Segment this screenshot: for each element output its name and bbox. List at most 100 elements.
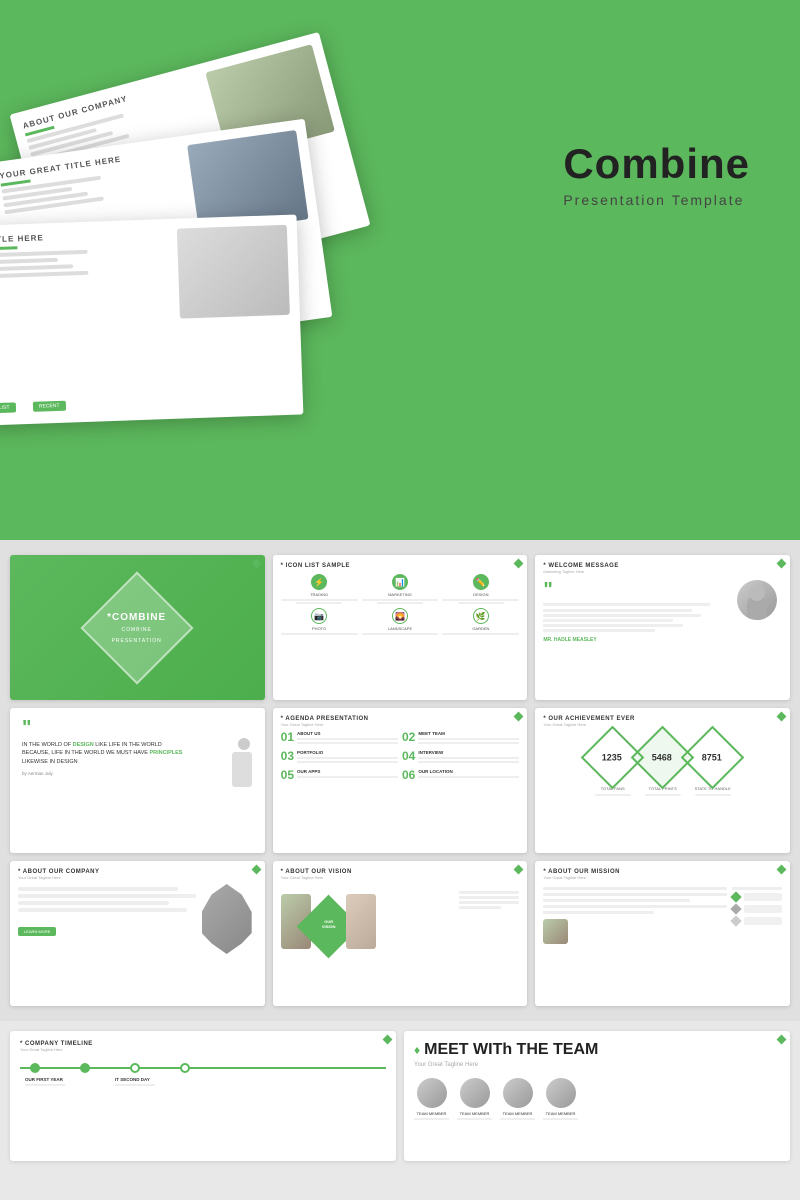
timeline-labels: OUR FIRST YEAR IT SECOND DAY: [20, 1077, 386, 1086]
slide-text-front-1: [0, 250, 88, 257]
timeline-tagline: Your Great Tagline Here: [20, 1047, 386, 1052]
figure-head: [238, 738, 250, 750]
member-line-2: [457, 1118, 492, 1120]
member-avatar-4: [546, 1078, 576, 1108]
agenda-line-2b: [418, 742, 519, 744]
trading-line2: [296, 602, 342, 604]
t-milestone-2: IT SECOND DAY: [115, 1077, 155, 1082]
slide-btn-front-2: RECENT: [33, 401, 66, 412]
agenda-num-2: 02: [402, 731, 415, 743]
photo-label: PHOTO: [281, 626, 358, 631]
member-line-4: [543, 1118, 578, 1120]
v-line3: [459, 901, 519, 904]
team-members-row: TEAM MEMBER TEAM MEMBER TEAM MEMBER TEAM…: [414, 1078, 780, 1120]
wq-line6: [543, 629, 654, 632]
agenda-line-6: [418, 776, 519, 778]
trading-icon: ⚡: [314, 578, 324, 587]
slide-welcome: * WELCOME MESSAGE Marketing Tagline Here…: [535, 555, 790, 700]
wq-line4: [543, 619, 673, 622]
agenda-block-4: INTERVIEW: [418, 750, 519, 765]
slide-about-company: * ABOUT OUR COMPANY Your Great Tagline H…: [10, 861, 265, 1006]
agenda-num-6: 06: [402, 769, 415, 781]
company-text-area: LEARN MORE: [18, 884, 196, 974]
agenda-item-3: 03 PORTFOLIO: [281, 750, 398, 765]
team-member-1: TEAM MEMBER: [414, 1078, 449, 1120]
icon-garden: 🌿 GARDEN: [442, 608, 519, 635]
member-avatar-1: [417, 1078, 447, 1108]
design-line2: [458, 602, 504, 604]
stat-num-1: 1235: [603, 753, 623, 763]
m-line1: [543, 887, 727, 890]
highlight-principles: PRINCIPLES: [149, 750, 182, 756]
stat-num-2: 5468: [653, 753, 673, 763]
company-image-area: [202, 884, 257, 974]
mission-content: [543, 884, 782, 944]
marketing-line: [362, 599, 439, 601]
member-name-2: TEAM MEMBER: [457, 1111, 492, 1116]
trading-label: TRADING: [281, 592, 358, 597]
agenda-label-4: INTERVIEW: [418, 750, 519, 755]
slide-meet-team: ♦ MEET WITh THE TEAM Your Great Tagline …: [404, 1031, 790, 1161]
team-member-2: TEAM MEMBER: [457, 1078, 492, 1120]
company-content: LEARN MORE: [18, 884, 257, 974]
accent-diamond-1: [251, 559, 261, 569]
company-btn-area: LEARN MORE: [18, 920, 196, 938]
wq-line2: [543, 609, 692, 612]
agenda-item-6: 06 OUR LOCATION: [402, 769, 519, 781]
mission-right: [732, 884, 782, 944]
agenda-item-5: 05 OUR APPS: [281, 769, 398, 781]
quote-body: IN THE WORLD OF DESIGN LIKE LIFE IN THE …: [22, 741, 255, 766]
m-line4: [543, 905, 727, 908]
vision-text-lines: [459, 889, 519, 911]
t-label-1: OUR FIRST YEAR: [25, 1077, 65, 1086]
agenda-label-1: ABOUT US: [297, 731, 398, 736]
vision-tagline: Your Great Tagline Here: [281, 875, 520, 880]
icon-design: ✏️ DESIGN: [442, 574, 519, 604]
agenda-item-2: 02 MEET TEAM: [402, 731, 519, 746]
slide-btn-front-1: LIST: [0, 402, 16, 413]
slide-image-front: [177, 225, 290, 319]
member-avatar-3: [503, 1078, 533, 1108]
trading-circle: ⚡: [311, 574, 327, 590]
mission-d2: [730, 903, 741, 914]
timeline-line: [20, 1067, 386, 1069]
agenda-line-5: [297, 776, 398, 778]
slide-text-front-3: [0, 264, 73, 271]
welcome-text-area: " MR. HADLE MEASLEY: [543, 580, 729, 643]
t-dot-4: [180, 1063, 190, 1073]
garden-line: [442, 633, 519, 635]
slide-vision: * ABOUT OUR VISION Your Great Tagline He…: [273, 861, 528, 1006]
slide-quote: " IN THE WORLD OF DESIGN LIKE LIFE IN TH…: [10, 708, 265, 853]
quote-author: by Aerman July: [22, 771, 255, 776]
avatar-head: [749, 585, 765, 601]
trading-line: [281, 599, 358, 601]
member-name-1: TEAM MEMBER: [414, 1111, 449, 1116]
agenda-block-1: ABOUT US: [297, 731, 398, 746]
garden-icon: 🌿: [476, 612, 486, 621]
icon-landscape: 🌄 LANDSCAPE: [362, 608, 439, 635]
agenda-grid: 01 ABOUT US 02 MEET TEAM: [281, 731, 520, 781]
wq-line1: [543, 603, 710, 606]
garden-circle: 🌿: [473, 608, 489, 624]
bottom-section: * COMPANY TIMELINE Your Great Tagline He…: [0, 1021, 800, 1171]
icon-photo: 📷 PHOTO: [281, 608, 358, 635]
v-line4: [459, 906, 501, 909]
agenda-item-4: 04 INTERVIEW: [402, 750, 519, 765]
product-subtitle: Presentation Template: [563, 192, 750, 208]
agenda-block-3: PORTFOLIO: [297, 750, 398, 765]
t-label-2: IT SECOND DAY: [115, 1077, 155, 1086]
agenda-line-3: [297, 757, 398, 759]
agenda-num-3: 03: [281, 750, 294, 762]
team-member-3: TEAM MEMBER: [500, 1078, 535, 1120]
design-label: DESIGN: [442, 592, 519, 597]
slide-combine-title: *COMBINECOMBINE PRESENTATION: [10, 555, 265, 700]
welcome-avatar-area: [737, 580, 782, 643]
combine-text: *COMBINECOMBINE PRESENTATION: [99, 611, 175, 644]
slides-grid: *COMBINECOMBINE PRESENTATION * ICON LIST…: [10, 555, 790, 1006]
v-line2: [459, 896, 519, 899]
design-icon: ✏️: [476, 578, 486, 587]
stat-inner-1: 1235: [603, 753, 623, 763]
vision-diamond-label: OURVISION: [309, 919, 349, 929]
marketing-label: MARKETING: [362, 592, 439, 597]
welcome-person-name: MR. HADLE MEASLEY: [543, 637, 729, 643]
